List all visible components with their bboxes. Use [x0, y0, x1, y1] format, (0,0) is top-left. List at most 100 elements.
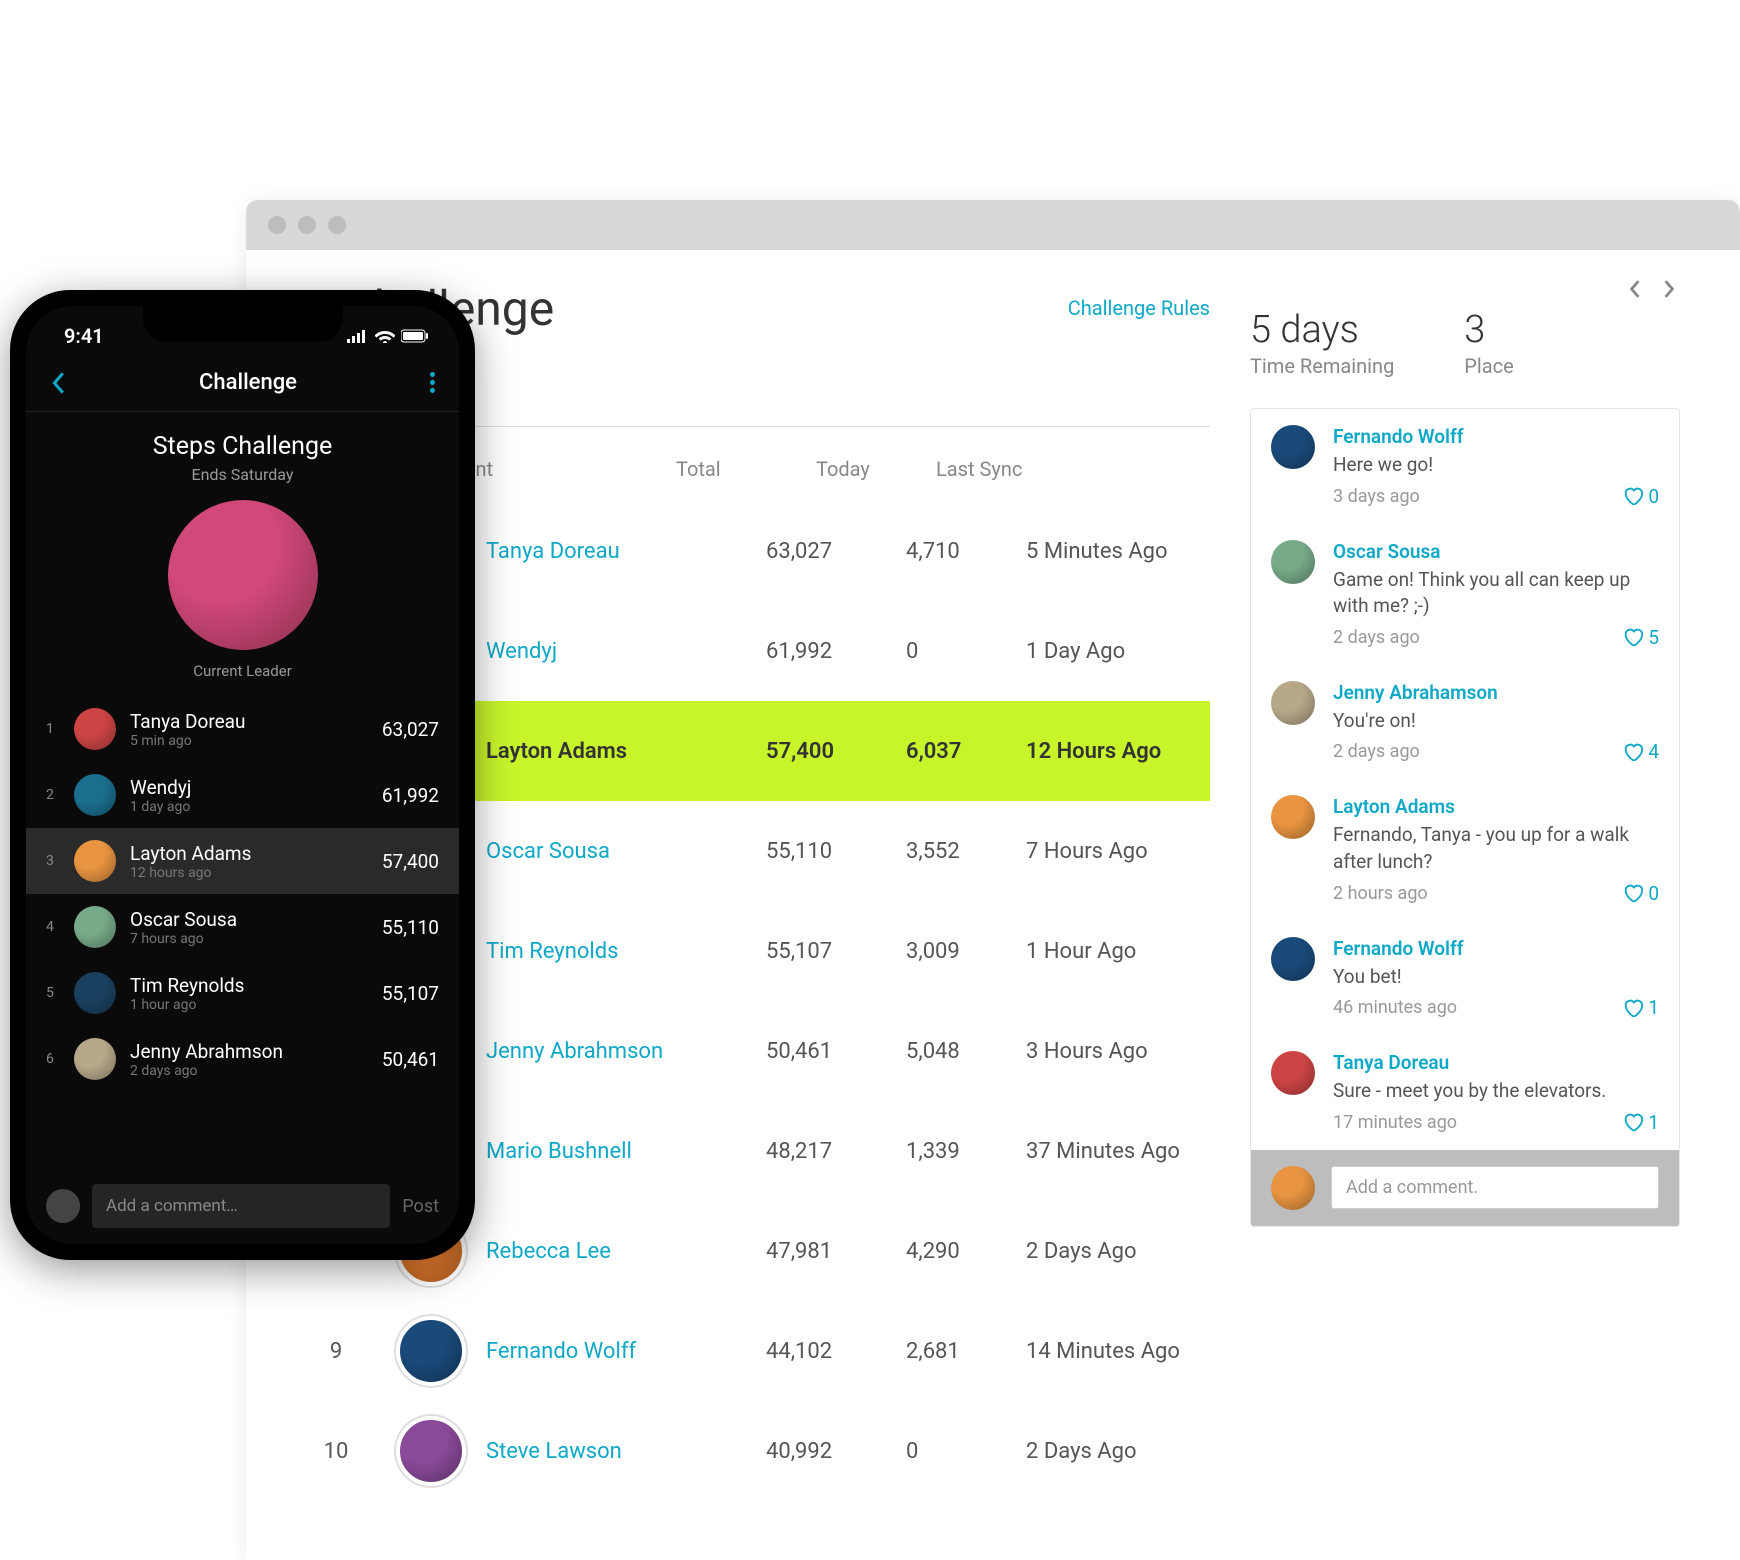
heart-icon [1622, 882, 1644, 904]
window-minimize-icon[interactable] [298, 216, 316, 234]
comment-text: You're on! [1333, 708, 1659, 735]
today-steps: 2,681 [906, 1339, 1026, 1364]
like-button[interactable]: 4 [1622, 740, 1659, 763]
participant-name[interactable]: Jenny Abrahmson [486, 1039, 766, 1064]
phone-comment-input[interactable]: Add a comment… [92, 1184, 390, 1228]
participant-name[interactable]: Steve Lawson [486, 1439, 766, 1464]
today-steps: 5,048 [906, 1039, 1026, 1064]
phone-title: Challenge [199, 370, 297, 395]
score: 55,110 [382, 916, 439, 939]
avatar [1271, 425, 1315, 469]
col-today: Today [816, 457, 936, 481]
like-button[interactable]: 1 [1622, 996, 1659, 1019]
like-button[interactable]: 1 [1622, 1111, 1659, 1134]
avatar [74, 840, 116, 882]
comment-time: 46 minutes ago [1333, 997, 1457, 1018]
participant-name[interactable]: Rebecca Lee [486, 1239, 766, 1264]
place-label: Place [1464, 354, 1513, 378]
rank: 5 [46, 985, 60, 1001]
like-button[interactable]: 0 [1622, 882, 1659, 905]
sync-time: 1 day ago [130, 799, 368, 815]
col-total: Total [676, 457, 816, 481]
last-sync: 2 Days Ago [1026, 1239, 1210, 1264]
participant-row[interactable]: 9 Fernando Wolff 44,102 2,681 14 Minutes… [306, 1301, 1210, 1401]
avatar [396, 1316, 466, 1386]
participant-name[interactable]: Layton Adams [486, 739, 766, 764]
window-titlebar [246, 200, 1740, 250]
total-steps: 61,992 [766, 639, 906, 664]
comment-input[interactable]: Add a comment. [1331, 1166, 1659, 1209]
today-steps: 6,037 [906, 739, 1026, 764]
leaderboard-row[interactable]: 5 Tim Reynolds1 hour ago 55,107 [26, 960, 459, 1026]
participant-name[interactable]: Mario Bushnell [486, 1139, 766, 1164]
avatar [74, 906, 116, 948]
heart-icon [1622, 1111, 1644, 1133]
participant-name[interactable]: Tim Reynolds [486, 939, 766, 964]
comment-text: You bet! [1333, 964, 1659, 991]
last-sync: 1 Hour Ago [1026, 939, 1210, 964]
my-phone-avatar [46, 1189, 80, 1223]
comment-text: Sure - meet you by the elevators. [1333, 1078, 1659, 1105]
participant-name[interactable]: Wendyj [486, 639, 766, 664]
last-sync: 5 Minutes Ago [1026, 539, 1210, 564]
sync-time: 12 hours ago [130, 865, 368, 881]
avatar [1271, 795, 1315, 839]
participant-name[interactable]: Tanya Doreau [486, 539, 766, 564]
like-button[interactable]: 5 [1622, 626, 1659, 649]
total-steps: 50,461 [766, 1039, 906, 1064]
last-sync: 3 Hours Ago [1026, 1039, 1210, 1064]
today-steps: 0 [906, 1439, 1026, 1464]
leaderboard-row[interactable]: 3 Layton Adams12 hours ago 57,400 [26, 828, 459, 894]
comment-author[interactable]: Fernando Wolff [1333, 937, 1659, 960]
sync-time: 1 hour ago [130, 997, 368, 1013]
last-sync: 7 Hours Ago [1026, 839, 1210, 864]
participant-name: Oscar Sousa [130, 908, 368, 931]
leaderboard-row[interactable]: 6 Jenny Abrahmson2 days ago 50,461 [26, 1026, 459, 1092]
score: 55,107 [382, 982, 439, 1005]
sync-time: 7 hours ago [130, 931, 368, 947]
participant-row[interactable]: 10 Steve Lawson 40,992 0 2 Days Ago [306, 1401, 1210, 1501]
window-close-icon[interactable] [268, 216, 286, 234]
post-button[interactable]: Post [402, 1196, 439, 1217]
leaderboard-row[interactable]: 2 Wendyj1 day ago 61,992 [26, 762, 459, 828]
time-remaining-value: 5 days [1250, 308, 1394, 352]
comment-input-row: Add a comment. [1251, 1150, 1679, 1226]
sync-time: 2 days ago [130, 1063, 368, 1079]
last-sync: 12 Hours Ago [1026, 739, 1210, 764]
phone-device: 9:41 Challenge Steps Challenge Ends Satu… [10, 290, 475, 1260]
like-button[interactable]: 0 [1622, 485, 1659, 508]
comment-time: 17 minutes ago [1333, 1112, 1457, 1133]
participant-name[interactable]: Fernando Wolff [486, 1339, 766, 1364]
challenge-rules-link[interactable]: Challenge Rules [1068, 296, 1210, 320]
comment-author[interactable]: Jenny Abrahamson [1333, 681, 1659, 704]
comment-text: Here we go! [1333, 452, 1659, 479]
today-steps: 1,339 [906, 1139, 1026, 1164]
avatar [74, 972, 116, 1014]
comment-author[interactable]: Tanya Doreau [1333, 1051, 1659, 1074]
window-maximize-icon[interactable] [328, 216, 346, 234]
rank: 3 [46, 853, 60, 869]
my-avatar [1271, 1166, 1315, 1210]
next-icon[interactable] [1660, 280, 1678, 298]
back-icon[interactable] [50, 371, 66, 395]
leaderboard-row[interactable]: 1 Tanya Doreau5 min ago 63,027 [26, 696, 459, 762]
leader-avatar[interactable] [168, 500, 318, 650]
more-icon[interactable] [430, 372, 435, 393]
comment-author[interactable]: Layton Adams [1333, 795, 1659, 818]
today-steps: 0 [906, 639, 1026, 664]
participant-name[interactable]: Oscar Sousa [486, 839, 766, 864]
score: 63,027 [382, 718, 439, 741]
comment-text: Game on! Think you all can keep up with … [1333, 567, 1659, 620]
participant-name: Tim Reynolds [130, 974, 368, 997]
leaderboard-row[interactable]: 4 Oscar Sousa7 hours ago 55,110 [26, 894, 459, 960]
comment: Fernando Wolff You bet! 46 minutes ago 1 [1251, 921, 1679, 1036]
prev-icon[interactable] [1626, 280, 1644, 298]
comment: Layton Adams Fernando, Tanya - you up fo… [1251, 779, 1679, 920]
total-steps: 55,110 [766, 839, 906, 864]
comment: Tanya Doreau Sure - meet you by the elev… [1251, 1035, 1679, 1150]
comment-author[interactable]: Fernando Wolff [1333, 425, 1659, 448]
heart-icon [1622, 741, 1644, 763]
comment: Jenny Abrahamson You're on! 2 days ago 4 [1251, 665, 1679, 780]
leader-label: Current Leader [26, 662, 459, 680]
comment-author[interactable]: Oscar Sousa [1333, 540, 1659, 563]
